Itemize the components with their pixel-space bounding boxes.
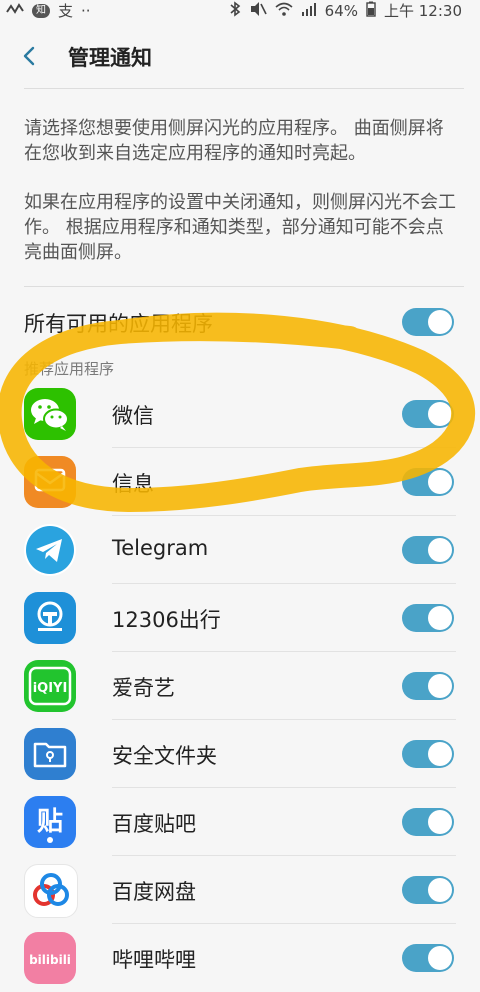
app-toggle-messages[interactable] bbox=[402, 468, 454, 496]
iqiyi-icon: iQIYI bbox=[24, 660, 76, 712]
bilibili-icon: bilibili bbox=[24, 932, 76, 984]
status-left-text: 支 bbox=[58, 2, 74, 20]
description-paragraph-1: 请选择您想要使用侧屏闪光的应用程序。 曲面侧屏将在您收到来自选定应用程序的通知时… bbox=[24, 118, 444, 164]
chevron-left-icon bbox=[23, 46, 35, 66]
page-title: 管理通知 bbox=[68, 46, 152, 70]
all-apps-label: 所有可用的应用程序 bbox=[24, 312, 213, 336]
app-toggle-telegram[interactable] bbox=[402, 536, 454, 564]
wechat-icon bbox=[24, 388, 76, 440]
description-paragraph-2: 如果在应用程序的设置中关闭通知，则侧屏闪光不会工作。 根据应用程序和通知类型，部… bbox=[24, 192, 456, 263]
app-name: 安全文件夹 bbox=[112, 744, 217, 768]
zhihu-badge-icon: 知 bbox=[32, 3, 50, 18]
activity-icon bbox=[6, 2, 24, 20]
app-row-tieba[interactable]: 贴 百度贴吧 bbox=[0, 788, 480, 856]
battery-percent: 64% bbox=[324, 1, 358, 20]
description-divider bbox=[24, 286, 464, 287]
railway-icon bbox=[24, 592, 76, 644]
app-toggle-tieba[interactable] bbox=[402, 808, 454, 836]
app-row-12306[interactable]: 12306出行 bbox=[0, 584, 480, 652]
app-row-telegram[interactable]: Telegram bbox=[0, 516, 480, 584]
app-name: Telegram bbox=[112, 536, 209, 560]
app-name: 12306出行 bbox=[112, 608, 221, 632]
app-name: 百度网盘 bbox=[112, 880, 196, 904]
clock: 上午 12:30 bbox=[384, 2, 462, 20]
back-button[interactable] bbox=[14, 40, 46, 72]
wifi-icon bbox=[275, 1, 293, 21]
app-toggle-netdisk[interactable] bbox=[402, 876, 454, 904]
app-name: 哔哩哔哩 bbox=[112, 948, 196, 972]
signal-icon bbox=[301, 1, 317, 21]
app-row-secure-folder[interactable]: 安全文件夹 bbox=[0, 720, 480, 788]
app-name: 爱奇艺 bbox=[112, 676, 175, 700]
app-toggle-secure-folder[interactable] bbox=[402, 740, 454, 768]
app-name: 微信 bbox=[112, 404, 154, 428]
tieba-icon: 贴 bbox=[24, 796, 76, 848]
app-row-netdisk[interactable]: 百度网盘 bbox=[0, 856, 480, 924]
battery-icon bbox=[366, 1, 376, 21]
app-list: 微信 信息 Telegram 12306出行 iQIYI 爱奇艺 安全文件夹 贴… bbox=[0, 380, 480, 992]
iqiyi-logo-text: iQIYI bbox=[33, 681, 68, 696]
section-header: 推荐应用程序 bbox=[24, 360, 115, 378]
app-row-bilibili[interactable]: bilibili 哔哩哔哩 bbox=[0, 924, 480, 992]
status-dots: ·· bbox=[81, 1, 91, 20]
app-toggle-wechat[interactable] bbox=[402, 400, 454, 428]
telegram-icon bbox=[24, 524, 76, 576]
app-name: 信息 bbox=[112, 472, 154, 496]
app-name: 百度贴吧 bbox=[112, 812, 196, 836]
bilibili-logo-text: bilibili bbox=[29, 953, 71, 967]
mute-icon bbox=[249, 1, 267, 21]
all-apps-toggle[interactable] bbox=[402, 308, 454, 336]
app-row-iqiyi[interactable]: iQIYI 爱奇艺 bbox=[0, 652, 480, 720]
netdisk-icon bbox=[24, 864, 78, 918]
app-toggle-iqiyi[interactable] bbox=[402, 672, 454, 700]
app-header: 管理通知 bbox=[0, 30, 480, 82]
app-toggle-12306[interactable] bbox=[402, 604, 454, 632]
tieba-logo-text: 贴 bbox=[37, 807, 63, 837]
all-apps-row[interactable]: 所有可用的应用程序 bbox=[0, 296, 480, 348]
status-bar: 知 支 ·· 64% 上午 12:30 bbox=[0, 0, 480, 22]
header-divider bbox=[24, 88, 464, 89]
app-row-wechat[interactable]: 微信 bbox=[0, 380, 480, 448]
app-row-messages[interactable]: 信息 bbox=[0, 448, 480, 516]
secure-folder-icon bbox=[24, 728, 76, 780]
bluetooth-icon bbox=[229, 0, 241, 21]
messages-icon bbox=[24, 456, 76, 508]
